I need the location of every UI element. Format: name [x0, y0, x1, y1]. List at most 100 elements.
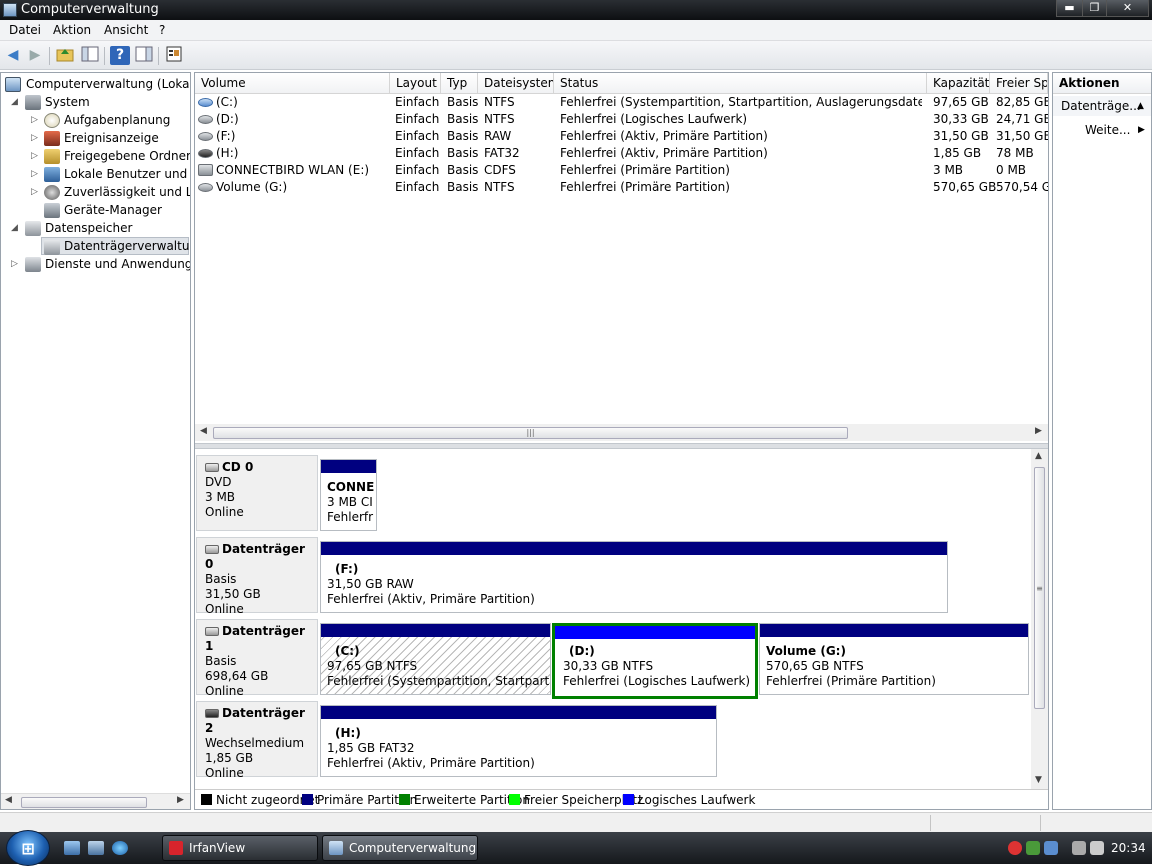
actions-more[interactable]: Weite... ▶ — [1053, 120, 1151, 140]
col-header-status[interactable]: Status — [554, 73, 927, 94]
disk-label-disk2[interactable]: Datenträger 2 Wechselmedium 1,85 GB Onli… — [196, 701, 318, 780]
volume-row[interactable]: CONNECTBIRD WLAN (E:) Einfach Basis CDFS… — [195, 162, 1048, 179]
scrollbar-thumb[interactable] — [21, 797, 147, 808]
volume-muted-icon[interactable] — [1090, 841, 1104, 855]
col-header-frei[interactable]: Freier Spe — [990, 73, 1048, 94]
shared-folder-icon — [44, 149, 60, 164]
scroll-up-icon[interactable]: ▲ — [1035, 451, 1042, 461]
tree-item-system[interactable]: ◢ System — [1, 93, 190, 111]
actions-header: Aktionen — [1053, 73, 1151, 94]
up-folder-button[interactable] — [55, 46, 75, 65]
partition-disk0-f[interactable]: (F:) 31,50 GB RAW Fehlerfrei (Aktiv, Pri… — [320, 541, 948, 613]
users-icon — [44, 167, 60, 182]
network-icon[interactable] — [1044, 841, 1058, 855]
tree-item-geraete-manager[interactable]: Geräte-Manager — [1, 201, 190, 219]
partition-disk1-d[interactable]: (D:) 30,33 GB NTFS Fehlerfrei (Logisches… — [552, 623, 758, 699]
partition-color-bar — [321, 542, 947, 555]
legend-swatch — [509, 794, 520, 805]
scroll-right-icon[interactable]: ▶ — [177, 795, 184, 805]
graphical-vertical-scrollbar[interactable]: ▲ ≡ ▼ — [1031, 449, 1048, 789]
switch-windows-icon[interactable] — [88, 841, 104, 855]
forward-arrow-icon[interactable]: ▶ — [25, 46, 45, 65]
tree-item-aufgabenplanung[interactable]: ▷ Aufgabenplanung — [1, 111, 190, 129]
collapse-up-icon[interactable]: ▲ — [1137, 96, 1144, 116]
help-button[interactable]: ? — [110, 46, 130, 65]
collapsed-triangle-icon[interactable]: ▷ — [31, 165, 39, 183]
back-arrow-icon[interactable]: ◀ — [3, 46, 23, 65]
scrollbar-thumb[interactable]: ≡ — [1034, 467, 1045, 709]
irfanview-icon — [169, 841, 183, 855]
tree-item-zuverlaessigkeit[interactable]: ▷ Zuverlässigkeit und Leis — [1, 183, 190, 201]
tree-item-lokale-benutzer[interactable]: ▷ Lokale Benutzer und Gru — [1, 165, 190, 183]
menu-datei[interactable]: Datei — [9, 23, 41, 37]
cd-drive-icon — [205, 463, 219, 472]
partition-disk1-g[interactable]: Volume (G:) 570,65 GB NTFS Fehlerfrei (P… — [759, 623, 1029, 695]
tree-horizontal-scrollbar[interactable]: ◀ ▶ — [1, 793, 190, 809]
scroll-left-icon[interactable]: ◀ — [200, 426, 207, 436]
services-icon — [25, 257, 41, 272]
scrollbar-thumb[interactable]: ||| — [213, 427, 848, 439]
disk-label-disk0[interactable]: Datenträger 0 Basis 31,50 GB Online — [196, 537, 318, 616]
tree-item-dienste[interactable]: ▷ Dienste und Anwendungen — [1, 255, 190, 273]
shield-icon[interactable] — [1026, 841, 1040, 855]
disk-label-cd0[interactable]: CD 0 DVD 3 MB Online — [196, 455, 318, 531]
tree-item-root[interactable]: Computerverwaltung (Lokal) — [5, 75, 190, 93]
hardware-icon[interactable] — [1072, 841, 1086, 855]
collapsed-triangle-icon[interactable]: ▷ — [11, 255, 19, 273]
volume-row[interactable]: (F:) Einfach Basis RAW Fehlerfrei (Aktiv… — [195, 128, 1048, 145]
partition-color-bar — [555, 626, 755, 639]
scroll-down-icon[interactable]: ▼ — [1035, 775, 1042, 785]
show-desktop-icon[interactable] — [64, 841, 80, 855]
toolbar-separator — [49, 47, 50, 65]
col-header-layout[interactable]: Layout — [390, 73, 441, 94]
menu-ansicht[interactable]: Ansicht — [104, 23, 148, 37]
collapsed-triangle-icon[interactable]: ▷ — [31, 129, 39, 147]
menu-help[interactable]: ? — [159, 23, 165, 37]
start-button[interactable]: ⊞ — [6, 830, 50, 866]
list-horizontal-scrollbar[interactable]: ◀ ||| ▶ — [195, 424, 1048, 441]
col-header-dateisystem[interactable]: Dateisystem — [478, 73, 554, 94]
volume-row[interactable]: (D:) Einfach Basis NTFS Fehlerfrei (Logi… — [195, 111, 1048, 128]
windows-logo-icon: ⊞ — [21, 839, 35, 858]
volume-row[interactable]: Volume (G:) Einfach Basis NTFS Fehlerfre… — [195, 179, 1048, 196]
removable-drive-icon — [198, 149, 213, 158]
window-title: Computerverwaltung — [21, 2, 159, 17]
collapsed-triangle-icon[interactable]: ▷ — [31, 183, 39, 201]
expanded-triangle-icon[interactable]: ◢ — [11, 219, 19, 237]
col-header-volume[interactable]: Volume — [195, 73, 390, 94]
tree-item-freigegebene-ordner[interactable]: ▷ Freigegebene Ordner — [1, 147, 190, 165]
partition-disk1-c[interactable]: (C:) 97,65 GB NTFS Fehlerfrei (Systempar… — [320, 623, 551, 695]
legend-item-logical: Logisches Laufwerk — [623, 793, 755, 807]
col-header-typ[interactable]: Typ — [441, 73, 478, 94]
expanded-triangle-icon[interactable]: ◢ — [11, 93, 19, 111]
partition-color-bar — [760, 624, 1028, 637]
volume-row[interactable]: (C:) Einfach Basis NTFS Fehlerfrei (Syst… — [195, 94, 1048, 111]
actions-section-datentraeger[interactable]: Datenträge... ▲ — [1053, 96, 1151, 116]
tree-item-datentraegerverwaltung[interactable]: Datenträgerverwaltung — [41, 237, 190, 255]
action-pane-button[interactable] — [134, 46, 154, 65]
clock[interactable]: 20:34 — [1111, 841, 1146, 855]
scroll-left-icon[interactable]: ◀ — [5, 795, 12, 805]
partition-cd0-e[interactable]: CONNE 3 MB CI Fehlerfr — [320, 459, 377, 531]
show-hide-tree-button[interactable] — [80, 46, 100, 65]
maximize-button[interactable]: ❐ — [1082, 0, 1107, 17]
collapsed-triangle-icon[interactable]: ▷ — [31, 147, 39, 165]
menu-aktion[interactable]: Aktion — [53, 23, 91, 37]
taskbar-irfanview[interactable]: IrfanView — [162, 835, 318, 861]
disk-label-disk1[interactable]: Datenträger 1 Basis 698,64 GB Online — [196, 619, 318, 698]
volume-row[interactable]: (H:) Einfach Basis FAT32 Fehlerfrei (Akt… — [195, 145, 1048, 162]
properties-button[interactable] — [164, 46, 184, 65]
legend: Nicht zugeordnet Primäre Partition Erwei… — [195, 789, 1048, 809]
collapsed-triangle-icon[interactable]: ▷ — [31, 111, 39, 129]
scroll-right-icon[interactable]: ▶ — [1035, 426, 1042, 436]
tree-item-datenspeicher[interactable]: ◢ Datenspeicher — [1, 219, 190, 237]
submenu-arrow-icon: ▶ — [1138, 125, 1145, 135]
taskbar-computerverwaltung[interactable]: Computerverwaltung — [322, 835, 478, 861]
tree-item-ereignisanzeige[interactable]: ▷ Ereignisanzeige — [1, 129, 190, 147]
close-button[interactable]: ✕ — [1106, 0, 1149, 17]
security-alert-icon[interactable] — [1008, 841, 1022, 855]
minimize-button[interactable]: ▬ — [1056, 0, 1083, 17]
col-header-kapazitaet[interactable]: Kapazität — [927, 73, 990, 94]
partition-disk2-h[interactable]: (H:) 1,85 GB FAT32 Fehlerfrei (Aktiv, Pr… — [320, 705, 717, 777]
internet-explorer-icon[interactable] — [112, 841, 128, 855]
